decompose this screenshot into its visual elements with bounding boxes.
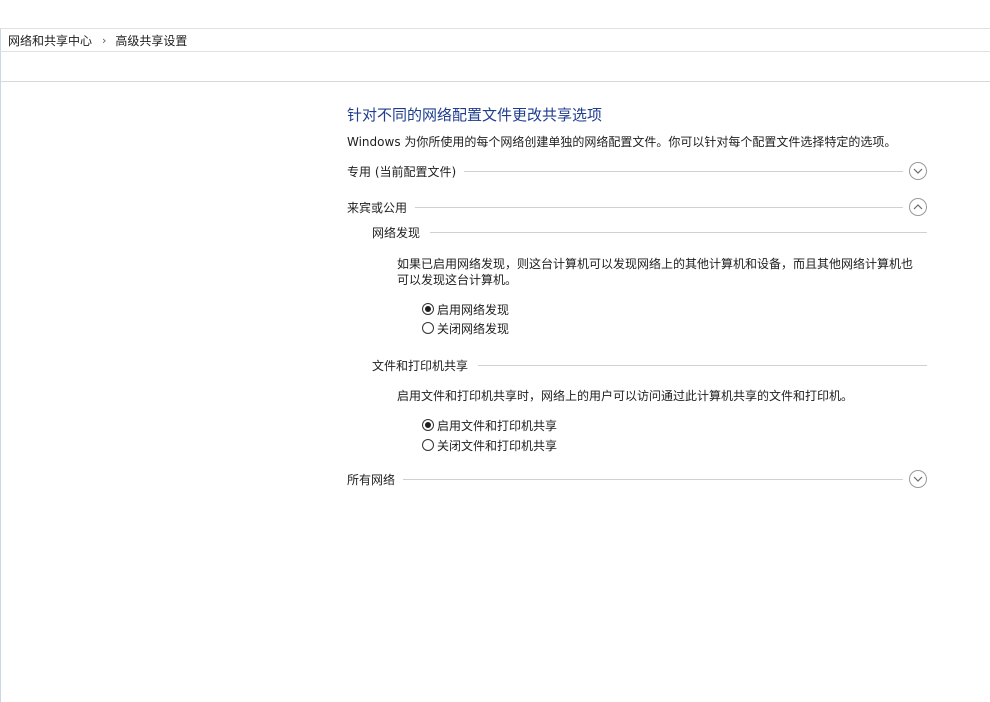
radio-enable-network-discovery[interactable]: 启用网络发现 bbox=[422, 301, 509, 317]
divider bbox=[430, 231, 927, 233]
toolbar-area bbox=[0, 52, 990, 82]
breadcrumb-network-sharing-center[interactable]: 网络和共享中心 bbox=[8, 32, 92, 49]
radio-disable-file-printer-sharing[interactable]: 关闭文件和打印机共享 bbox=[422, 437, 557, 453]
radio-unselected-icon[interactable] bbox=[422, 439, 434, 451]
profile-all-networks-label: 所有网络 bbox=[347, 472, 396, 487]
profile-private-header[interactable]: 专用 (当前配置文件) bbox=[347, 161, 927, 181]
network-discovery-header: 网络发现 bbox=[372, 223, 927, 241]
radio-selected-icon[interactable] bbox=[422, 303, 434, 315]
file-printer-sharing-header: 文件和打印机共享 bbox=[372, 356, 927, 374]
radio-label: 启用网络发现 bbox=[437, 302, 510, 317]
radio-label: 关闭文件和打印机共享 bbox=[437, 438, 558, 453]
divider bbox=[464, 170, 903, 172]
radio-label: 启用文件和打印机共享 bbox=[437, 418, 558, 433]
divider bbox=[403, 478, 903, 480]
network-discovery-heading: 网络发现 bbox=[372, 225, 421, 240]
radio-label: 关闭网络发现 bbox=[437, 321, 510, 336]
radio-disable-network-discovery[interactable]: 关闭网络发现 bbox=[422, 320, 509, 336]
file-printer-sharing-description: 启用文件和打印机共享时，网络上的用户可以访问通过此计算机共享的文件和打印机。 bbox=[397, 389, 854, 403]
breadcrumb: 网络和共享中心 › 高级共享设置 bbox=[0, 29, 990, 52]
breadcrumb-advanced-sharing-settings[interactable]: 高级共享设置 bbox=[115, 32, 187, 49]
file-printer-sharing-heading: 文件和打印机共享 bbox=[372, 358, 469, 373]
window-left-border bbox=[0, 0, 1, 702]
radio-selected-icon[interactable] bbox=[422, 419, 434, 431]
divider bbox=[478, 364, 927, 366]
advanced-sharing-settings-window: 网络和共享中心 › 高级共享设置 针对不同的网络配置文件更改共享选项 Windo… bbox=[0, 0, 990, 702]
profile-guest-public-header[interactable]: 来宾或公用 bbox=[347, 197, 927, 217]
chevron-down-icon[interactable] bbox=[909, 162, 927, 180]
radio-unselected-icon[interactable] bbox=[422, 322, 434, 334]
breadcrumb-separator-icon: › bbox=[102, 33, 107, 47]
radio-enable-file-printer-sharing[interactable]: 启用文件和打印机共享 bbox=[422, 417, 557, 433]
profile-all-networks-header[interactable]: 所有网络 bbox=[347, 469, 927, 489]
chevron-up-icon[interactable] bbox=[909, 198, 927, 216]
profile-guest-public-label: 来宾或公用 bbox=[347, 200, 408, 215]
profile-private-label: 专用 (当前配置文件) bbox=[347, 164, 457, 179]
title-strip bbox=[0, 0, 990, 29]
divider bbox=[415, 206, 903, 208]
page-description: Windows 为你所使用的每个网络创建单独的网络配置文件。你可以针对每个配置文… bbox=[347, 135, 897, 149]
chevron-down-icon[interactable] bbox=[909, 470, 927, 488]
page-title: 针对不同的网络配置文件更改共享选项 bbox=[347, 106, 603, 124]
network-discovery-description: 如果已启用网络发现，则这台计算机可以发现网络上的其他计算机和设备，而且其他网络计… bbox=[397, 257, 914, 287]
